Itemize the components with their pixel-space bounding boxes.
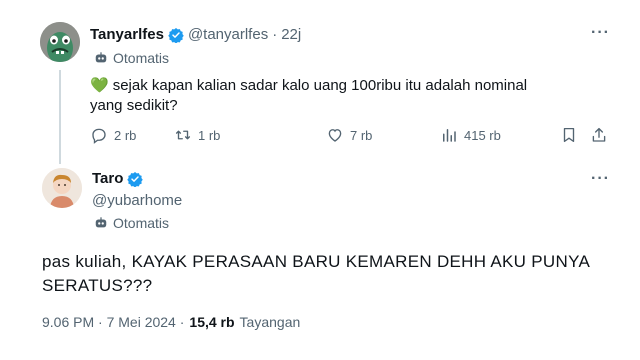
more-icon[interactable]: ··· [591, 24, 610, 42]
views-button[interactable]: 415 rb [440, 126, 501, 144]
views-label: Tayangan [239, 314, 301, 330]
avatar-illustration [42, 168, 82, 208]
tweet2-meta: 9.06 PM · 7 Mei 2024 · 15,4 rb Tayangan [42, 314, 300, 330]
tweet1-header: Tanyarlfes @tanyarlfes · 22j [90, 26, 301, 43]
retweet-button[interactable]: 1 rb [174, 126, 220, 144]
views-count: 15,4 rb [189, 314, 235, 330]
avatar-tanyarlfes[interactable] [40, 22, 80, 62]
share-icon [592, 127, 606, 142]
views-count: 415 rb [464, 127, 501, 143]
reply-icon [92, 128, 106, 144]
retweet-count: 1 rb [198, 127, 221, 143]
robot-icon [95, 217, 107, 228]
avatar-illustration [40, 22, 80, 62]
robot-icon [95, 52, 107, 63]
automated-label: Otomatis [94, 50, 169, 66]
thread-connector [59, 70, 61, 164]
verified-badge-icon [168, 27, 184, 43]
like-icon [328, 129, 342, 142]
reply-count: 2 rb [114, 127, 137, 143]
author-name[interactable]: Tanyarlfes [90, 26, 164, 43]
verified-badge-icon [127, 171, 144, 187]
tweet2-text: pas kuliah, KAYAK PERASAAN BARU KEMAREN … [42, 252, 590, 295]
retweet-icon [175, 130, 191, 140]
tweet1-body: sejak kapan kalian sadar kalo uang 100ri… [90, 77, 528, 114]
timestamp[interactable]: 9.06 PM · 7 Mei 2024 · [42, 314, 184, 330]
tweet1-actions: 2 rb 1 rb 7 rb 415 rb [90, 126, 610, 148]
tweet1-text: 💚 sejak kapan kalian sadar kalo uang 100r… [90, 76, 560, 116]
share-button[interactable] [590, 126, 608, 144]
views-icon [443, 129, 456, 142]
reply-button[interactable]: 2 rb [90, 126, 136, 144]
separator-dot: · [272, 26, 278, 43]
tweet2-header: Taro [92, 170, 144, 187]
author-name[interactable]: Taro [92, 170, 123, 187]
bookmark-icon [563, 127, 575, 143]
author-handle[interactable]: @tanyarlfes [188, 26, 268, 43]
automated-text: Otomatis [113, 50, 170, 66]
bookmark-button[interactable] [560, 126, 578, 144]
author-handle[interactable]: @yubarhome [92, 192, 182, 209]
automated-label: Otomatis [94, 215, 169, 231]
avatar-taro[interactable] [42, 168, 82, 208]
relative-time[interactable]: 22j [281, 26, 301, 43]
like-count: 7 rb [350, 127, 373, 143]
green-heart-emoji: 💚 [90, 77, 109, 94]
automated-text: Otomatis [113, 215, 170, 231]
like-button[interactable]: 7 rb [326, 126, 372, 144]
more-icon[interactable]: ··· [591, 170, 610, 188]
